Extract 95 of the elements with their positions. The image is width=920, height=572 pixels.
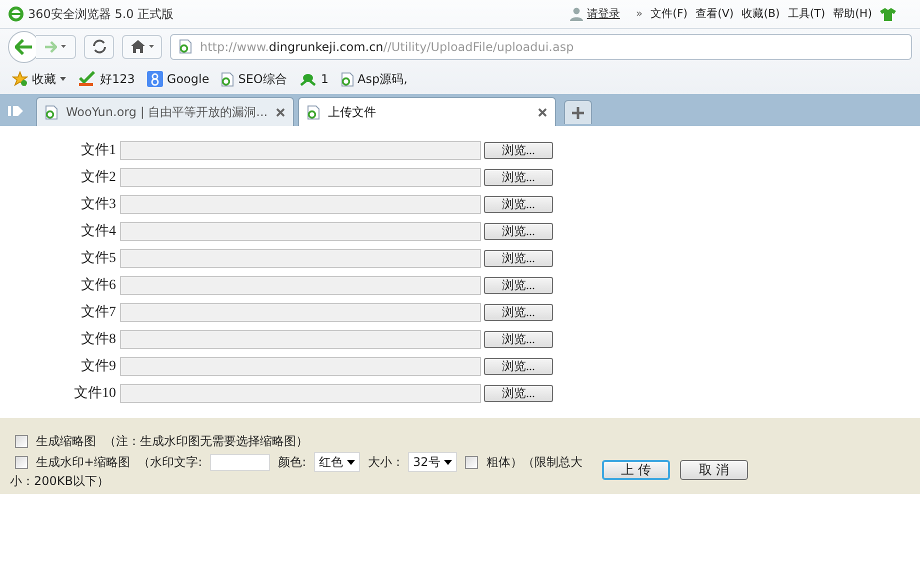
more-icon[interactable]: » [636,6,643,22]
home-button[interactable] [122,34,162,58]
browse-button[interactable]: 浏览... [484,330,553,348]
browse-button[interactable]: 浏览... [484,384,553,402]
browse-button[interactable]: 浏览... [484,304,553,320]
option-label: 小：200KB以下） [10,473,110,490]
dropdown[interactable]: 红色 [314,452,360,472]
file-label: 文件4 [80,222,117,240]
bookmark-item[interactable]: Asp源码, [340,70,408,88]
caret-icon [148,45,154,48]
file-path-field[interactable] [120,384,481,402]
file-path-field[interactable] [120,140,481,160]
file-label: 文件2 [80,168,117,186]
file-path-field[interactable] [120,194,481,214]
bookmark-item[interactable]: Google [146,70,210,88]
page-icon [307,104,320,120]
menu-item[interactable]: 查看(V) [696,6,734,22]
address-bar[interactable]: http://www.dingrunkeji.com.cn//Utility/UploadFile/uploadui.asp [170,34,912,60]
new-tab-button[interactable] [564,100,592,124]
page-icon [221,72,234,86]
checkmark-icon [78,71,96,87]
browse-button[interactable]: 浏览... [484,168,553,186]
browse-button[interactable]: 浏览... [484,222,553,240]
dropdown[interactable]: 32号 [408,452,458,472]
menu-item[interactable]: 帮助(H) [833,6,872,22]
menu-item[interactable]: 文件(F) [650,6,688,22]
file-path-field[interactable] [120,276,481,294]
file-path-field[interactable] [120,356,481,376]
caret-icon [444,460,452,464]
close-icon[interactable] [538,108,547,116]
tab-title: WooYun.org | 自由平等开放的漏洞... [66,104,268,121]
window-title: 360安全浏览器 5.0 正式版 [28,6,174,23]
page-icon [179,39,192,54]
home-icon [130,40,144,53]
option-label: 生成缩略图 [36,433,96,450]
file-path-field[interactable] [120,302,481,322]
frog-icon [298,71,317,87]
upload-button[interactable]: 上 传 [602,460,670,480]
menu-item[interactable]: 工具(T) [788,6,826,22]
bookmark-item[interactable]: SEO综合 [221,70,287,88]
cancel-button[interactable]: 取 消 [680,460,748,480]
checkbox[interactable] [15,434,28,448]
tab-title: 上传文件 [328,104,376,121]
arrow-left-icon [15,38,33,54]
caret-icon [60,77,66,81]
bookmark-item[interactable]: 收藏 [12,70,66,88]
browse-button[interactable]: 浏览... [484,142,553,158]
file-label: 文件1 [80,141,117,160]
arrow-right-icon [45,40,57,52]
bookmark-item[interactable]: 好123 [78,70,135,88]
watermark-text-field[interactable] [210,454,270,470]
option-label: 粗体）（限制总大 [486,454,582,471]
browse-button[interactable]: 浏览... [484,250,553,266]
file-label: 文件5 [80,249,117,268]
field-label: 颜色: [278,454,306,471]
page-icon [45,104,58,120]
file-path-field[interactable] [120,222,481,240]
bookmark-item[interactable]: 1 [298,70,329,88]
page-icon [340,72,354,86]
file-label: 文件7 [80,303,117,322]
close-icon[interactable] [276,108,285,116]
star-icon [12,71,28,87]
file-label: 文件3 [80,195,117,214]
file-label: 文件9 [80,357,117,376]
file-label: 文件8 [80,330,117,348]
sidebar-toggle-icon[interactable] [8,104,24,118]
browser-tab[interactable]: WooYun.org | 自由平等开放的漏洞... [36,97,294,126]
file-path-field[interactable] [120,330,481,348]
checkbox[interactable] [15,456,28,468]
option-note: （注：生成水印图无需要选择缩略图） [104,433,308,450]
browse-button[interactable]: 浏览... [484,196,553,212]
browser-logo-icon [8,6,24,22]
caret-icon [61,45,66,48]
file-label: 文件10 [73,384,117,402]
login-link[interactable]: 请登录 [586,6,620,22]
caret-icon [347,460,356,464]
field-label: （水印文字: [138,454,202,471]
google-icon [146,71,163,87]
browse-button[interactable]: 浏览... [484,276,553,294]
plus-icon [572,106,584,118]
refresh-icon [92,39,106,54]
user-icon [570,7,583,21]
url-text: http://www.dingrunkeji.com.cn//Utility/UploadFile/uploadui.asp [200,38,574,56]
file-label: 文件6 [80,276,117,294]
field-label: 大小 : [368,454,400,471]
shirt-icon[interactable] [880,8,896,20]
file-path-field[interactable] [120,168,481,186]
refresh-button[interactable] [84,34,114,58]
option-label: 生成水印+缩略图 [36,454,130,471]
forward-button[interactable] [36,34,76,58]
browse-button[interactable]: 浏览... [484,358,553,374]
file-path-field[interactable] [120,248,481,268]
browser-tab[interactable]: 上传文件 [298,97,556,126]
checkbox[interactable] [465,456,478,468]
menu-item[interactable]: 收藏(B) [742,6,780,22]
